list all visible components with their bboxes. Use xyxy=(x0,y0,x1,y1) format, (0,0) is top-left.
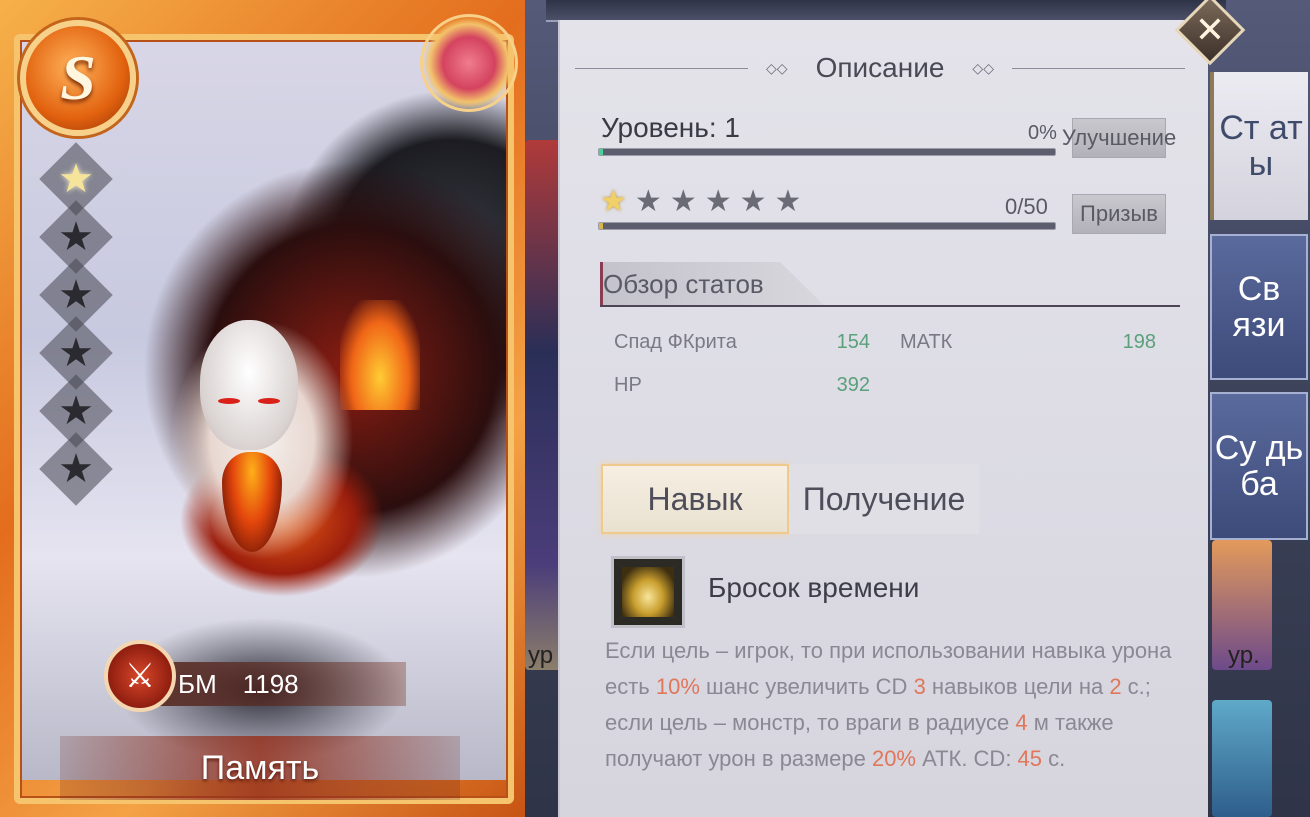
stat-value: 392 xyxy=(836,374,870,396)
panel-top-edge xyxy=(546,0,1226,22)
star-glyph: ★ xyxy=(58,215,94,259)
battle-power-value: 1198 xyxy=(242,668,299,699)
skill-source-tabs: Навык Получение xyxy=(601,464,979,534)
panel-title: Описание xyxy=(815,52,945,83)
star-progress-bar xyxy=(598,222,1056,230)
skill-desc-value: 4 xyxy=(1015,710,1028,735)
star-icon: ★ xyxy=(634,185,662,218)
level-progress-fill xyxy=(599,149,603,155)
crossed-swords-icon: ⚔ xyxy=(104,640,176,712)
stat-name: Спад ФКрита xyxy=(614,331,737,353)
side-tab-fate[interactable]: Су дь ба xyxy=(1210,392,1308,540)
stat-value: 198 xyxy=(1122,331,1156,353)
skill-desc-text: с. xyxy=(1042,746,1066,771)
star-rating: ★ ★ ★ ★ ★ ★ xyxy=(600,184,801,219)
skill-name: Бросок времени xyxy=(708,572,920,603)
rank-badge: S xyxy=(20,20,136,136)
stat-value: 154 xyxy=(836,331,870,353)
side-tab-stats[interactable]: Ст ат ы xyxy=(1210,72,1308,220)
star-icon: ★ xyxy=(600,185,627,218)
stat-name: HP xyxy=(614,374,642,396)
star-icon: ★ xyxy=(739,185,767,218)
background-card-right-2 xyxy=(1212,700,1272,817)
background-card-level-right: ур. xyxy=(1228,642,1260,669)
close-icon: ✕ xyxy=(1194,9,1226,50)
level-percent: 0% xyxy=(1028,122,1057,144)
star-icon: ★ xyxy=(669,185,697,218)
skill-desc-text: навыков цели на xyxy=(925,674,1110,699)
star-icon: ★ xyxy=(39,432,113,506)
side-tab-links[interactable]: Св язи xyxy=(1210,234,1308,380)
skill-desc-value: 10% xyxy=(655,674,700,699)
battle-power-bar: БМ 1198 xyxy=(150,662,406,706)
diamond-ornament-icon: ◇◇ xyxy=(972,59,994,76)
skill-desc-value: 2 xyxy=(1109,674,1122,699)
star-glyph: ★ xyxy=(58,273,94,317)
stat-name: МАТК xyxy=(900,331,953,353)
hero-star-column: ★ ★ ★ ★ ★ ★ xyxy=(39,142,113,506)
sun-ornament-icon xyxy=(420,14,518,112)
stats-overview-divider xyxy=(600,305,1180,307)
diamond-ornament-icon: ◇◇ xyxy=(766,59,788,76)
hero-card: S ★ ★ ★ ★ ★ ★ БМ 1198 ⚔ Память xyxy=(0,0,525,817)
skill-icon[interactable] xyxy=(611,556,685,628)
star-icon: ★ xyxy=(774,185,802,218)
title-divider-right xyxy=(1011,67,1185,69)
skill-desc-value: 3 xyxy=(913,674,926,699)
level-label: Уровень: 1 xyxy=(601,112,740,143)
panel-title-row: ◇◇ Описание ◇◇ xyxy=(575,48,1185,88)
battle-power-label: БМ xyxy=(178,668,217,699)
title-divider-left xyxy=(575,67,749,69)
memory-button[interactable]: Память xyxy=(60,736,460,800)
star-glyph: ★ xyxy=(58,157,94,201)
skill-desc-value: 45 xyxy=(1017,746,1043,771)
star-glyph: ★ xyxy=(58,389,94,433)
star-icon: ★ xyxy=(704,185,732,218)
star-progress-text: 0/50 xyxy=(1005,194,1048,219)
hero-flame-art xyxy=(340,300,420,410)
star-glyph: ★ xyxy=(58,447,94,491)
skill-desc-text: АТК. CD: xyxy=(916,746,1018,771)
star-glyph: ★ xyxy=(58,331,94,375)
star-progress-fill xyxy=(599,223,603,229)
background-card-level-left: ур xyxy=(528,642,554,669)
upgrade-button[interactable]: Улучшение xyxy=(1062,118,1176,158)
skill-desc-value: 20% xyxy=(871,746,916,771)
tab-acquisition[interactable]: Получение xyxy=(789,464,979,534)
level-progress-bar xyxy=(598,148,1056,156)
skill-description: Если цель – игрок, то при использовании … xyxy=(605,633,1180,777)
skill-glow-icon xyxy=(622,567,674,617)
skill-desc-text: шанс увеличить CD xyxy=(699,674,914,699)
hero-mask-face xyxy=(200,320,298,450)
tab-skill[interactable]: Навык xyxy=(601,464,789,534)
summon-button[interactable]: Призыв xyxy=(1072,194,1166,234)
